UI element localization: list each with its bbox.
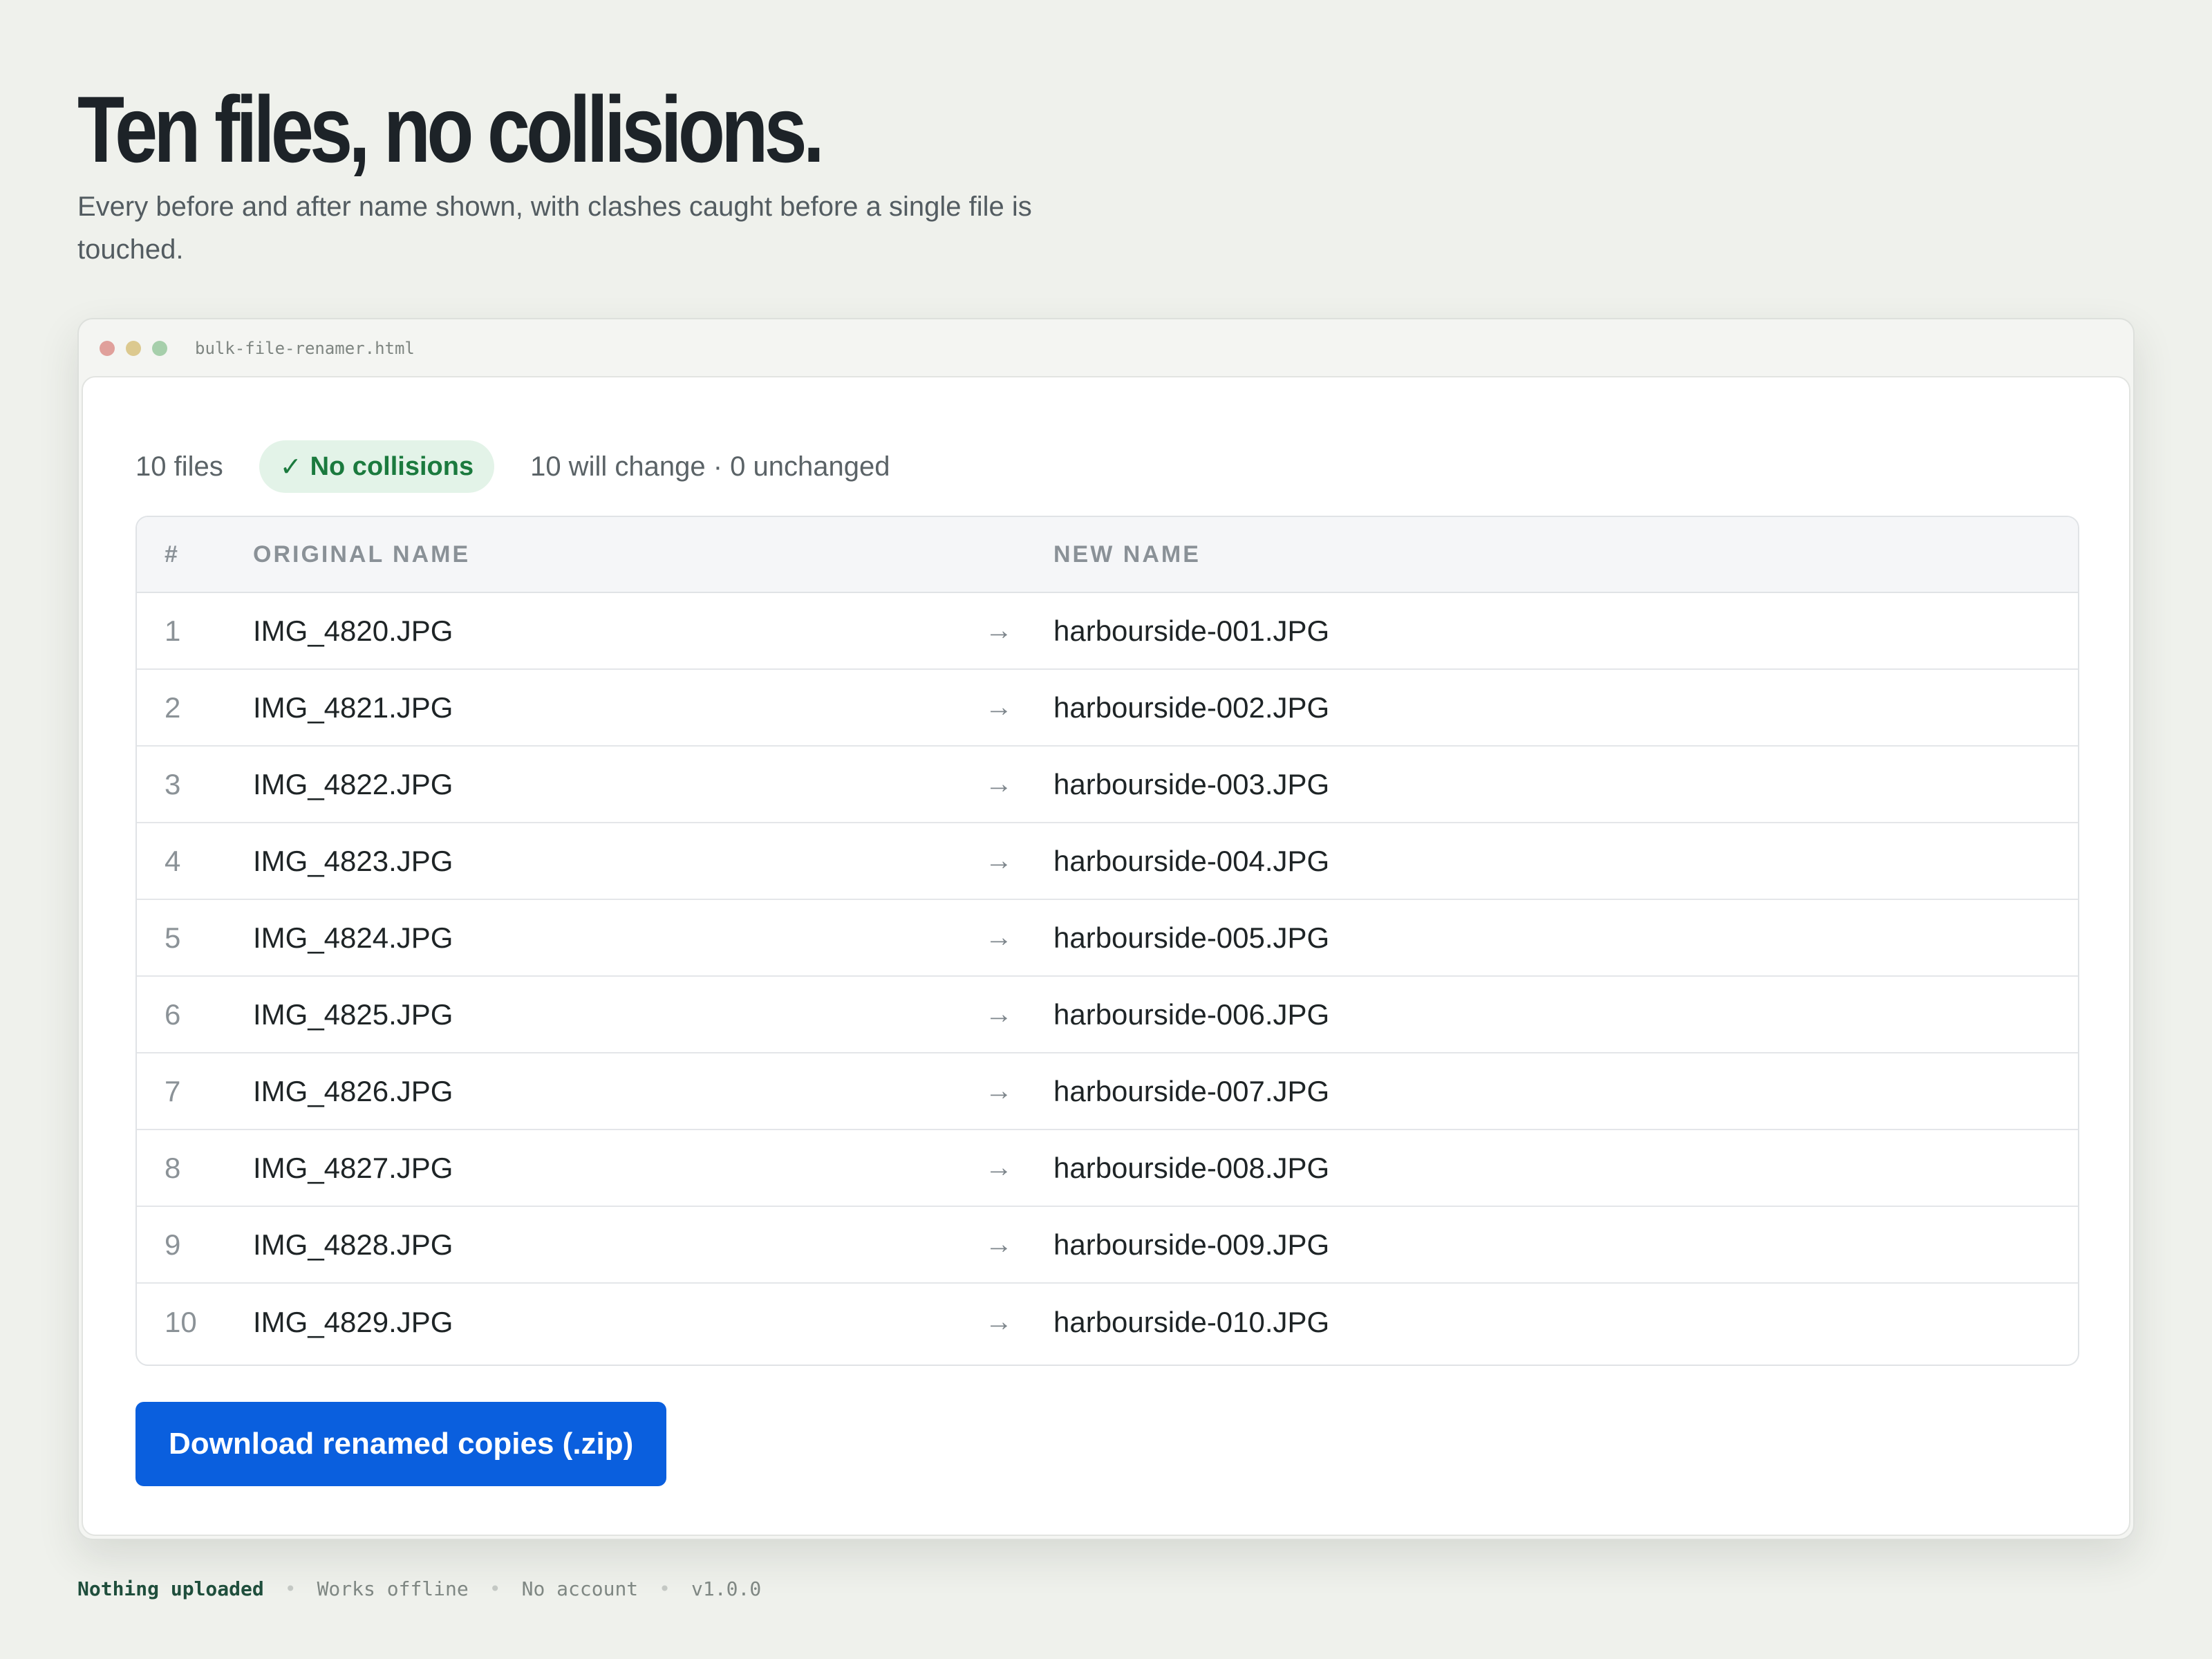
original-filename: IMG_4829.JPG xyxy=(253,1305,453,1338)
close-window-dot-icon[interactable] xyxy=(100,341,115,356)
table-row: 9 IMG_4828.JPG → harbourside-009.JPG xyxy=(137,1207,2078,1284)
new-filename: harbourside-007.JPG xyxy=(1053,1074,1330,1107)
arrow-right-icon: → xyxy=(985,769,1013,799)
new-filename: harbourside-004.JPG xyxy=(1053,844,1330,877)
row-number: 8 xyxy=(165,1151,181,1184)
collision-status-label: No collisions xyxy=(310,451,474,481)
footer-meta: Nothing uploaded • Works offline • No accoun… xyxy=(77,1577,761,1600)
original-filename: IMG_4822.JPG xyxy=(253,767,453,800)
table-row: 6 IMG_4825.JPG → harbourside-006.JPG xyxy=(137,977,2078,1053)
row-number: 2 xyxy=(165,691,181,724)
rename-preview-table: # ORIGINAL NAME NEW NAME 1 IMG_4820.JPG → h… xyxy=(135,516,2079,1366)
new-filename: harbourside-001.JPG xyxy=(1053,614,1330,647)
renamer-panel: 10 files ✓ No collisions 10 will change … xyxy=(82,376,2130,1536)
original-filename: IMG_4820.JPG xyxy=(253,614,453,647)
row-number: 9 xyxy=(165,1228,181,1261)
download-zip-button[interactable]: Download renamed copies (.zip) xyxy=(135,1402,667,1486)
table-header: # ORIGINAL NAME NEW NAME xyxy=(137,517,2078,593)
new-filename: harbourside-005.JPG xyxy=(1053,921,1330,954)
table-row: 1 IMG_4820.JPG → harbourside-001.JPG xyxy=(137,593,2078,670)
footer-item: Nothing uploaded xyxy=(77,1577,264,1600)
original-filename: IMG_4824.JPG xyxy=(253,921,453,954)
file-count: 10 files xyxy=(135,451,223,482)
row-number: 3 xyxy=(165,767,181,800)
arrow-right-icon: → xyxy=(985,1306,1013,1337)
change-summary: 10 will change · 0 unchanged xyxy=(530,451,890,482)
page-title: Ten files, no collisions. xyxy=(77,77,825,182)
table-row: 4 IMG_4823.JPG → harbourside-004.JPG xyxy=(137,823,2078,900)
row-number: 6 xyxy=(165,997,181,1031)
column-header-number: # xyxy=(165,541,180,568)
app-window: bulk-file-renamer.html 10 files ✓ No col… xyxy=(77,318,2135,1540)
arrow-right-icon: → xyxy=(985,692,1013,722)
new-filename: harbourside-010.JPG xyxy=(1053,1305,1330,1338)
table-row: 10 IMG_4829.JPG → harbourside-010.JPG xyxy=(137,1284,2078,1360)
new-filename: harbourside-003.JPG xyxy=(1053,767,1330,800)
table-row: 2 IMG_4821.JPG → harbourside-002.JPG xyxy=(137,670,2078,747)
window-titlebar: bulk-file-renamer.html xyxy=(79,319,2133,376)
page-subtitle: Every before and after name shown, with … xyxy=(77,191,1032,265)
row-number: 4 xyxy=(165,844,181,877)
original-filename: IMG_4827.JPG xyxy=(253,1151,453,1184)
row-number: 7 xyxy=(165,1074,181,1107)
footer-separator-dot-icon: • xyxy=(284,1577,297,1600)
arrow-right-icon: → xyxy=(985,1152,1013,1183)
new-filename: harbourside-008.JPG xyxy=(1053,1151,1330,1184)
arrow-right-icon: → xyxy=(985,845,1013,876)
new-filename: harbourside-006.JPG xyxy=(1053,997,1330,1031)
column-header-new-name: NEW NAME xyxy=(1053,541,1201,568)
checkmark-icon: ✓ xyxy=(279,452,302,482)
table-row: 8 IMG_4827.JPG → harbourside-008.JPG xyxy=(137,1130,2078,1207)
maximize-window-dot-icon[interactable] xyxy=(152,341,167,356)
footer-separator-dot-icon: • xyxy=(489,1577,501,1600)
footer-item: v1.0.0 xyxy=(691,1577,762,1600)
arrow-right-icon: → xyxy=(985,922,1013,953)
original-filename: IMG_4825.JPG xyxy=(253,997,453,1031)
original-filename: IMG_4821.JPG xyxy=(253,691,453,724)
footer-item: No account xyxy=(521,1577,639,1600)
table-body: 1 IMG_4820.JPG → harbourside-001.JPG 2 IMG_48… xyxy=(137,593,2078,1360)
original-filename: IMG_4823.JPG xyxy=(253,844,453,877)
minimize-window-dot-icon[interactable] xyxy=(126,341,141,356)
column-header-original-name: ORIGINAL NAME xyxy=(253,541,471,568)
table-row: 7 IMG_4826.JPG → harbourside-007.JPG xyxy=(137,1053,2078,1130)
window-title: bulk-file-renamer.html xyxy=(195,339,415,358)
original-filename: IMG_4826.JPG xyxy=(253,1074,453,1107)
row-number: 5 xyxy=(165,921,181,954)
arrow-right-icon: → xyxy=(985,999,1013,1029)
footer-item: Works offline xyxy=(317,1577,469,1600)
table-row: 5 IMG_4824.JPG → harbourside-005.JPG xyxy=(137,900,2078,977)
arrow-right-icon: → xyxy=(985,1229,1013,1259)
table-row: 3 IMG_4822.JPG → harbourside-003.JPG xyxy=(137,747,2078,823)
collision-status-badge: ✓ No collisions xyxy=(259,440,495,493)
arrow-right-icon: → xyxy=(985,1076,1013,1106)
footer-separator-dot-icon: • xyxy=(659,1577,671,1600)
row-number: 10 xyxy=(165,1305,197,1338)
new-filename: harbourside-002.JPG xyxy=(1053,691,1330,724)
original-filename: IMG_4828.JPG xyxy=(253,1228,453,1261)
new-filename: harbourside-009.JPG xyxy=(1053,1228,1330,1261)
arrow-right-icon: → xyxy=(985,615,1013,646)
status-bar: 10 files ✓ No collisions 10 will change … xyxy=(135,440,890,494)
row-number: 1 xyxy=(165,614,181,647)
